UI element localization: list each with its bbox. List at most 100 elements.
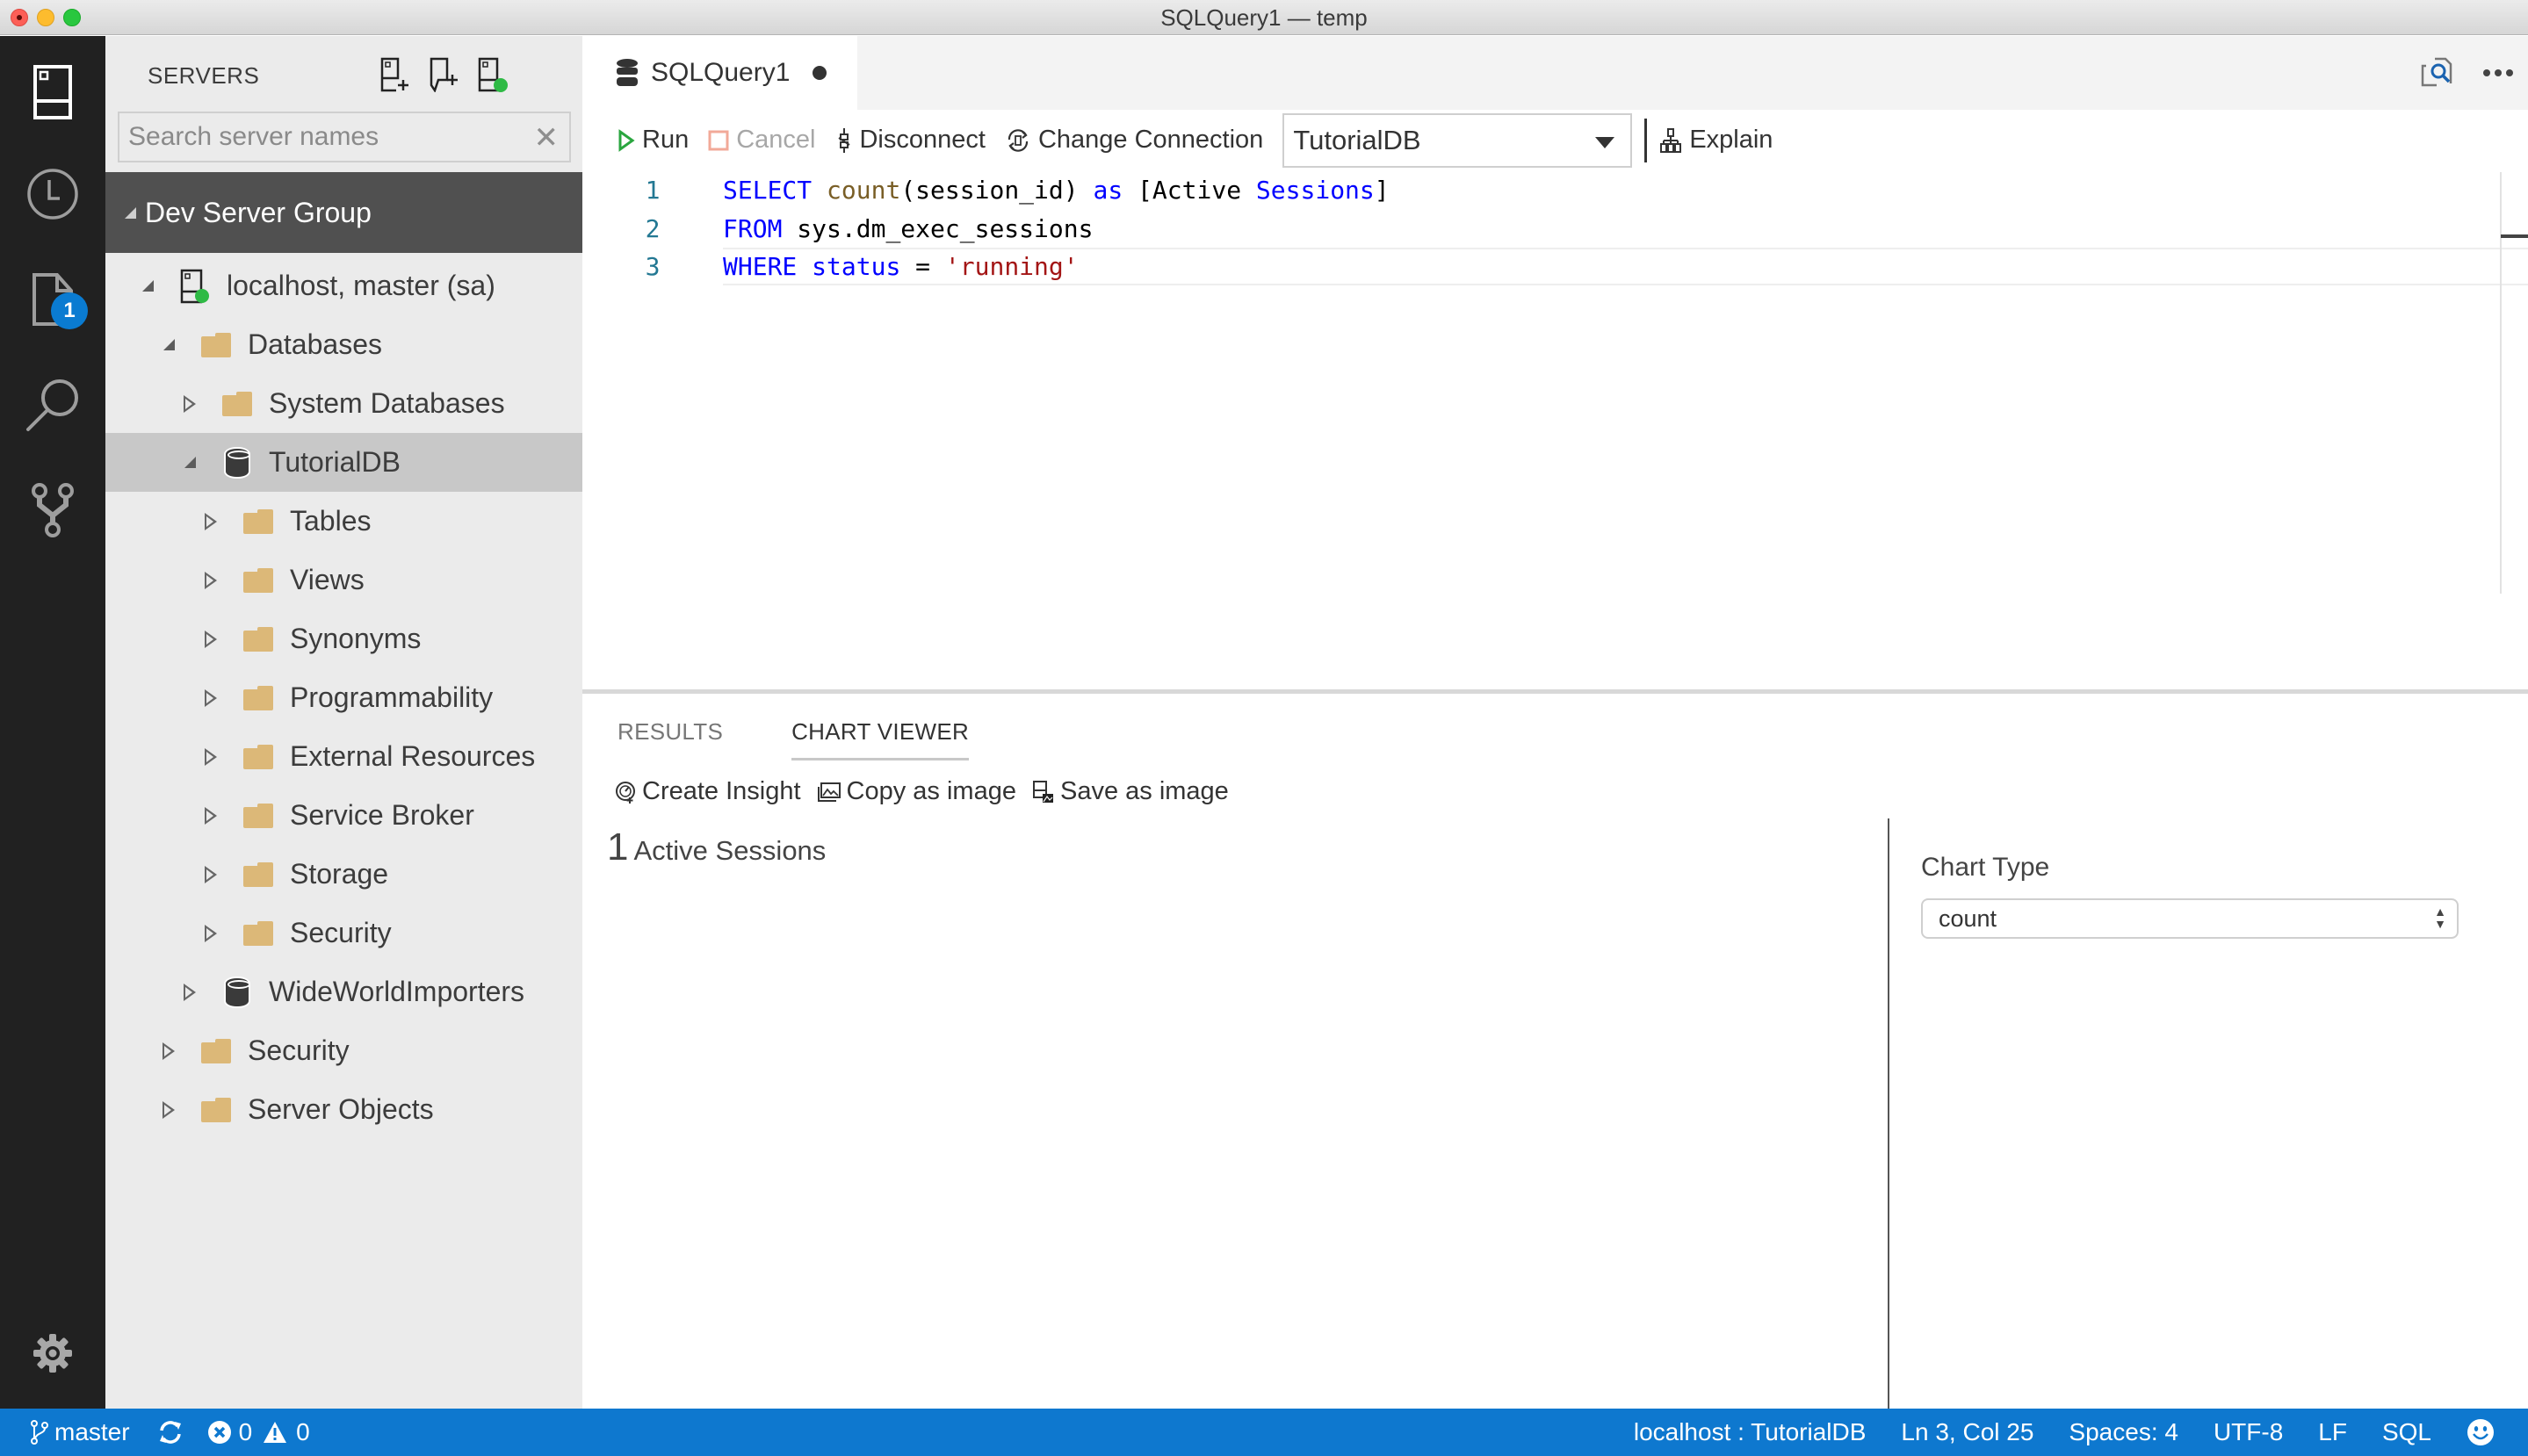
count-chart: 1 Active Sessions (607, 825, 826, 869)
code-token: = (900, 252, 945, 281)
collapsed-twisty-icon[interactable] (160, 1100, 177, 1119)
expanded-twisty-icon[interactable] (181, 454, 199, 472)
expanded-twisty-icon[interactable] (160, 336, 177, 354)
code-editor[interactable]: 1 SELECT count(session_id) as [Active Ses… (582, 169, 2528, 723)
code-line[interactable]: 2 FROM sys.dm_exec_sessions (582, 210, 2495, 248)
tree-item[interactable]: TutorialDB (105, 433, 582, 492)
tree-item[interactable]: Security (105, 904, 582, 962)
code-token: Sessions (1255, 176, 1375, 205)
chart-type-select[interactable]: count ▲ ▼ (1921, 898, 2459, 939)
tree-item[interactable]: Security (105, 1021, 582, 1080)
feedback-button[interactable] (2467, 1418, 2495, 1446)
folder-icon (242, 682, 274, 714)
collapsed-twisty-icon[interactable] (202, 630, 220, 648)
indentation-status[interactable]: Spaces: 4 (2069, 1418, 2178, 1446)
collapsed-twisty-icon[interactable] (181, 394, 199, 413)
activity-explorer[interactable]: 1 (0, 256, 105, 343)
error-count: 0 (238, 1418, 253, 1445)
activity-search[interactable] (0, 361, 105, 449)
activity-task-history[interactable] (0, 150, 105, 238)
add-group-icon (430, 57, 458, 92)
collapsed-twisty-icon[interactable] (202, 688, 220, 707)
insight-icon (616, 781, 635, 804)
add-server-icon (380, 57, 408, 92)
collapsed-twisty-icon[interactable] (202, 806, 220, 825)
tab-sqlquery1[interactable]: SQLQuery1 (582, 36, 857, 110)
cursor-position[interactable]: Ln 3, Col 25 (1901, 1418, 2033, 1446)
save-as-image-button[interactable]: Save as image (1032, 777, 1229, 806)
tab-results[interactable]: RESULTS (618, 718, 723, 760)
activity-servers[interactable] (0, 48, 105, 136)
active-connections-button[interactable] (474, 55, 513, 94)
eol-status[interactable]: LF (2318, 1418, 2347, 1446)
copy-as-image-button[interactable]: Copy as image (817, 777, 1016, 806)
language-mode[interactable]: SQL (2382, 1418, 2431, 1446)
server-search-input[interactable] (119, 113, 569, 161)
connection-status[interactable]: localhost : TutorialDB (1634, 1418, 1867, 1446)
expanded-twisty-icon[interactable] (139, 278, 156, 295)
tree-item-label: Server Objects (248, 1093, 434, 1125)
code-line-current[interactable]: 3 WHERE status = 'running' (646, 248, 2528, 285)
collapsed-twisty-icon[interactable] (160, 1042, 177, 1060)
tree-item[interactable]: localhost, master (sa) (105, 256, 582, 315)
disconnect-button[interactable]: Disconnect (836, 126, 986, 155)
folder-icon (242, 859, 274, 890)
tree-item-label: Programmability (290, 681, 494, 713)
server-group-dev[interactable]: Dev Server Group (105, 172, 582, 253)
new-server-group-button[interactable] (425, 55, 464, 94)
activity-source-control[interactable] (0, 466, 105, 554)
collapsed-twisty-icon[interactable] (202, 865, 220, 883)
tree-item[interactable]: Views (105, 551, 582, 609)
chart-options-divider[interactable] (1888, 818, 1889, 1413)
status-bar: master 0 0 localhost : TutorialDB Ln 3, … (0, 1409, 2528, 1456)
tree-item[interactable]: Service Broker (105, 786, 582, 845)
tree-item-label: Security (248, 1034, 350, 1066)
branch-status[interactable]: master (30, 1418, 130, 1446)
activity-settings[interactable] (0, 1309, 105, 1397)
explain-button[interactable]: Explain (1659, 126, 1773, 155)
collapsed-twisty-icon[interactable] (202, 512, 220, 530)
database-dropdown[interactable]: TutorialDB (1282, 112, 1633, 168)
encoding-status[interactable]: UTF-8 (2214, 1418, 2283, 1446)
change-connection-button[interactable]: Change Connection (1005, 126, 1263, 155)
tree-item[interactable]: System Databases (105, 374, 582, 433)
problems-status[interactable]: 0 0 (207, 1418, 310, 1446)
count-label: Active Sessions (633, 835, 827, 866)
code-token: sys.dm_exec_sessions (782, 214, 1094, 243)
tree-item[interactable]: WideWorldImporters (105, 962, 582, 1021)
clear-search-icon[interactable]: ✕ (534, 122, 560, 154)
code-line[interactable]: 1 SELECT count(session_id) as [Active Ses… (582, 171, 2495, 209)
collapsed-twisty-icon[interactable] (202, 571, 220, 589)
collapsed-twisty-icon[interactable] (202, 924, 220, 942)
tree-item[interactable]: Programmability (105, 668, 582, 727)
branch-name: master (54, 1418, 130, 1445)
code-token: SELECT (723, 176, 813, 205)
collapsed-twisty-icon[interactable] (181, 983, 199, 1001)
chevron-down-icon (1595, 136, 1615, 148)
expanded-twisty-icon[interactable] (125, 206, 136, 219)
collapsed-twisty-icon[interactable] (202, 747, 220, 766)
tree-item-label: localhost, master (sa) (227, 270, 495, 301)
tree-item[interactable]: External Resources (105, 727, 582, 786)
sync-button[interactable] (158, 1420, 183, 1445)
tree-item[interactable]: Tables (105, 492, 582, 551)
folder-icon (200, 1094, 232, 1126)
tree-item[interactable]: Storage (105, 845, 582, 904)
toolbar-separator (1644, 118, 1648, 162)
tree-item[interactable]: Server Objects (105, 1080, 582, 1139)
warning-icon (264, 1422, 287, 1443)
tree-item[interactable]: Databases (105, 315, 582, 374)
line-number: 2 (645, 214, 661, 243)
tab-chart-viewer[interactable]: CHART VIEWER (791, 718, 970, 760)
more-actions-button[interactable] (2477, 52, 2519, 94)
cancel-button[interactable]: Cancel (708, 126, 815, 155)
code-token: status (812, 252, 901, 281)
create-insight-button[interactable]: Create Insight (614, 777, 801, 806)
tree-item[interactable]: Synonyms (105, 609, 582, 668)
run-button[interactable]: Run (618, 126, 689, 155)
new-connection-button[interactable] (376, 55, 415, 94)
find-in-files-button[interactable] (2417, 52, 2459, 94)
code-token: (session_id) (900, 176, 1094, 205)
unsaved-dot-icon[interactable] (813, 66, 827, 80)
